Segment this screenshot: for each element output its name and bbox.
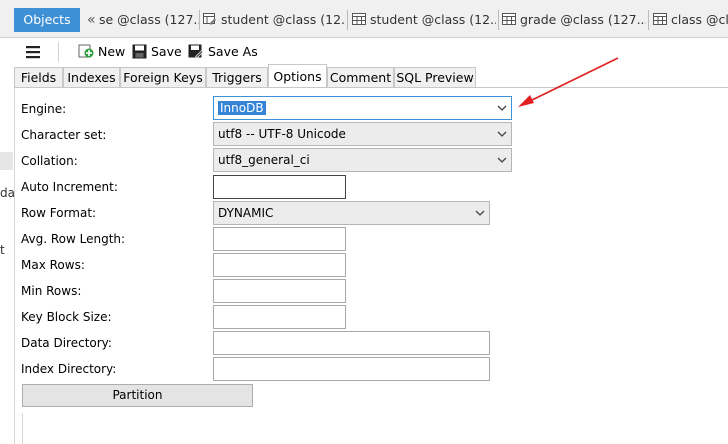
tab-fields[interactable]: Fields [14,67,63,87]
min-rows-label: Min Rows: [21,284,82,298]
annotation-arrow-icon [518,57,619,107]
doc-tab-label: se @class (127... [99,12,199,27]
key-block-size-label: Key Block Size: [21,310,112,324]
key-block-size-input[interactable] [213,305,346,329]
doc-tab-4[interactable]: grade @class (127.... [502,8,646,32]
object-tree-selection [0,152,13,170]
engine-select[interactable]: InnoDB [213,96,512,120]
character-set-label: Character set: [21,128,107,142]
doc-tab-5[interactable]: class @class (1 [653,8,728,32]
chevron-down-icon [497,123,507,145]
panel-divider [22,413,23,444]
save-as-label: Save As [208,44,258,59]
data-directory-input[interactable] [213,331,490,355]
object-tree-text: da [0,186,15,200]
save-as-icon [188,44,208,59]
doc-tab-label: student @class (12... [370,12,496,27]
tab-indexes[interactable]: Indexes [63,67,120,87]
data-directory-label: Data Directory: [21,336,112,350]
collation-value: utf8_general_ci [218,153,310,167]
index-directory-label: Index Directory: [21,362,117,376]
doc-tab-label: grade @class (127.... [520,12,646,27]
collation-label: Collation: [21,154,78,168]
engine-value: InnoDB [218,101,266,115]
table-icon [653,10,667,32]
character-set-select[interactable]: utf8 -- UTF-8 Unicode [213,122,512,146]
tab-objects[interactable]: Objects [14,8,80,32]
character-set-value: utf8 -- UTF-8 Unicode [218,127,346,141]
tab-separator [199,10,200,30]
tab-foreign-keys[interactable]: Foreign Keys [120,67,206,87]
object-tree-text: t [0,243,5,257]
row-format-label: Row Format: [21,206,97,220]
chevron-down-icon [497,97,507,119]
new-label: New [98,44,126,59]
auto-increment-label: Auto Increment: [21,180,118,194]
min-rows-input[interactable] [213,279,346,303]
engine-label: Engine: [21,102,67,116]
max-rows-input[interactable] [213,253,346,277]
row-format-select[interactable]: DYNAMIC [213,201,490,225]
doc-tab-label: student @class (12... [221,12,345,27]
new-icon [78,44,98,59]
tab-comment[interactable]: Comment [327,67,394,87]
toolbar-separator [58,42,59,62]
tab-options[interactable]: Options [268,64,327,88]
table-icon [352,10,366,32]
tab-separator [347,10,348,30]
chevron-down-icon [475,202,485,224]
tab-triggers[interactable]: Triggers [206,67,268,87]
save-icon [132,44,151,59]
new-button[interactable]: New [78,41,125,63]
tab-separator [648,10,649,30]
avg-row-length-input[interactable] [213,227,346,251]
collation-select[interactable]: utf8_general_ci [213,148,512,172]
index-directory-input[interactable] [213,357,490,381]
tab-scroll-left-icon[interactable]: « [87,8,99,32]
row-format-value: DYNAMIC [218,206,274,220]
save-as-button[interactable]: Save As [188,41,258,63]
table-icon [502,10,516,32]
object-tree-pane[interactable] [0,88,15,444]
auto-increment-input[interactable] [213,175,346,199]
doc-tab-label: class @class (1 [671,12,728,27]
max-rows-label: Max Rows: [21,258,85,272]
chevron-down-icon [497,149,507,171]
avg-row-length-label: Avg. Row Length: [21,232,126,246]
doc-tab-3[interactable]: student @class (12... [352,8,496,32]
doc-tab-1[interactable]: se @class (127... [99,8,199,32]
tab-separator [498,10,499,30]
table-design-icon [203,10,217,32]
partition-button[interactable]: Partition [22,384,253,407]
tab-sql-preview[interactable]: SQL Preview [394,67,476,87]
hamburger-icon [25,44,45,59]
save-button[interactable]: Save [132,41,182,63]
menu-button[interactable] [25,41,45,63]
doc-tab-2[interactable]: student @class (12... [203,8,345,32]
save-label: Save [151,44,182,59]
